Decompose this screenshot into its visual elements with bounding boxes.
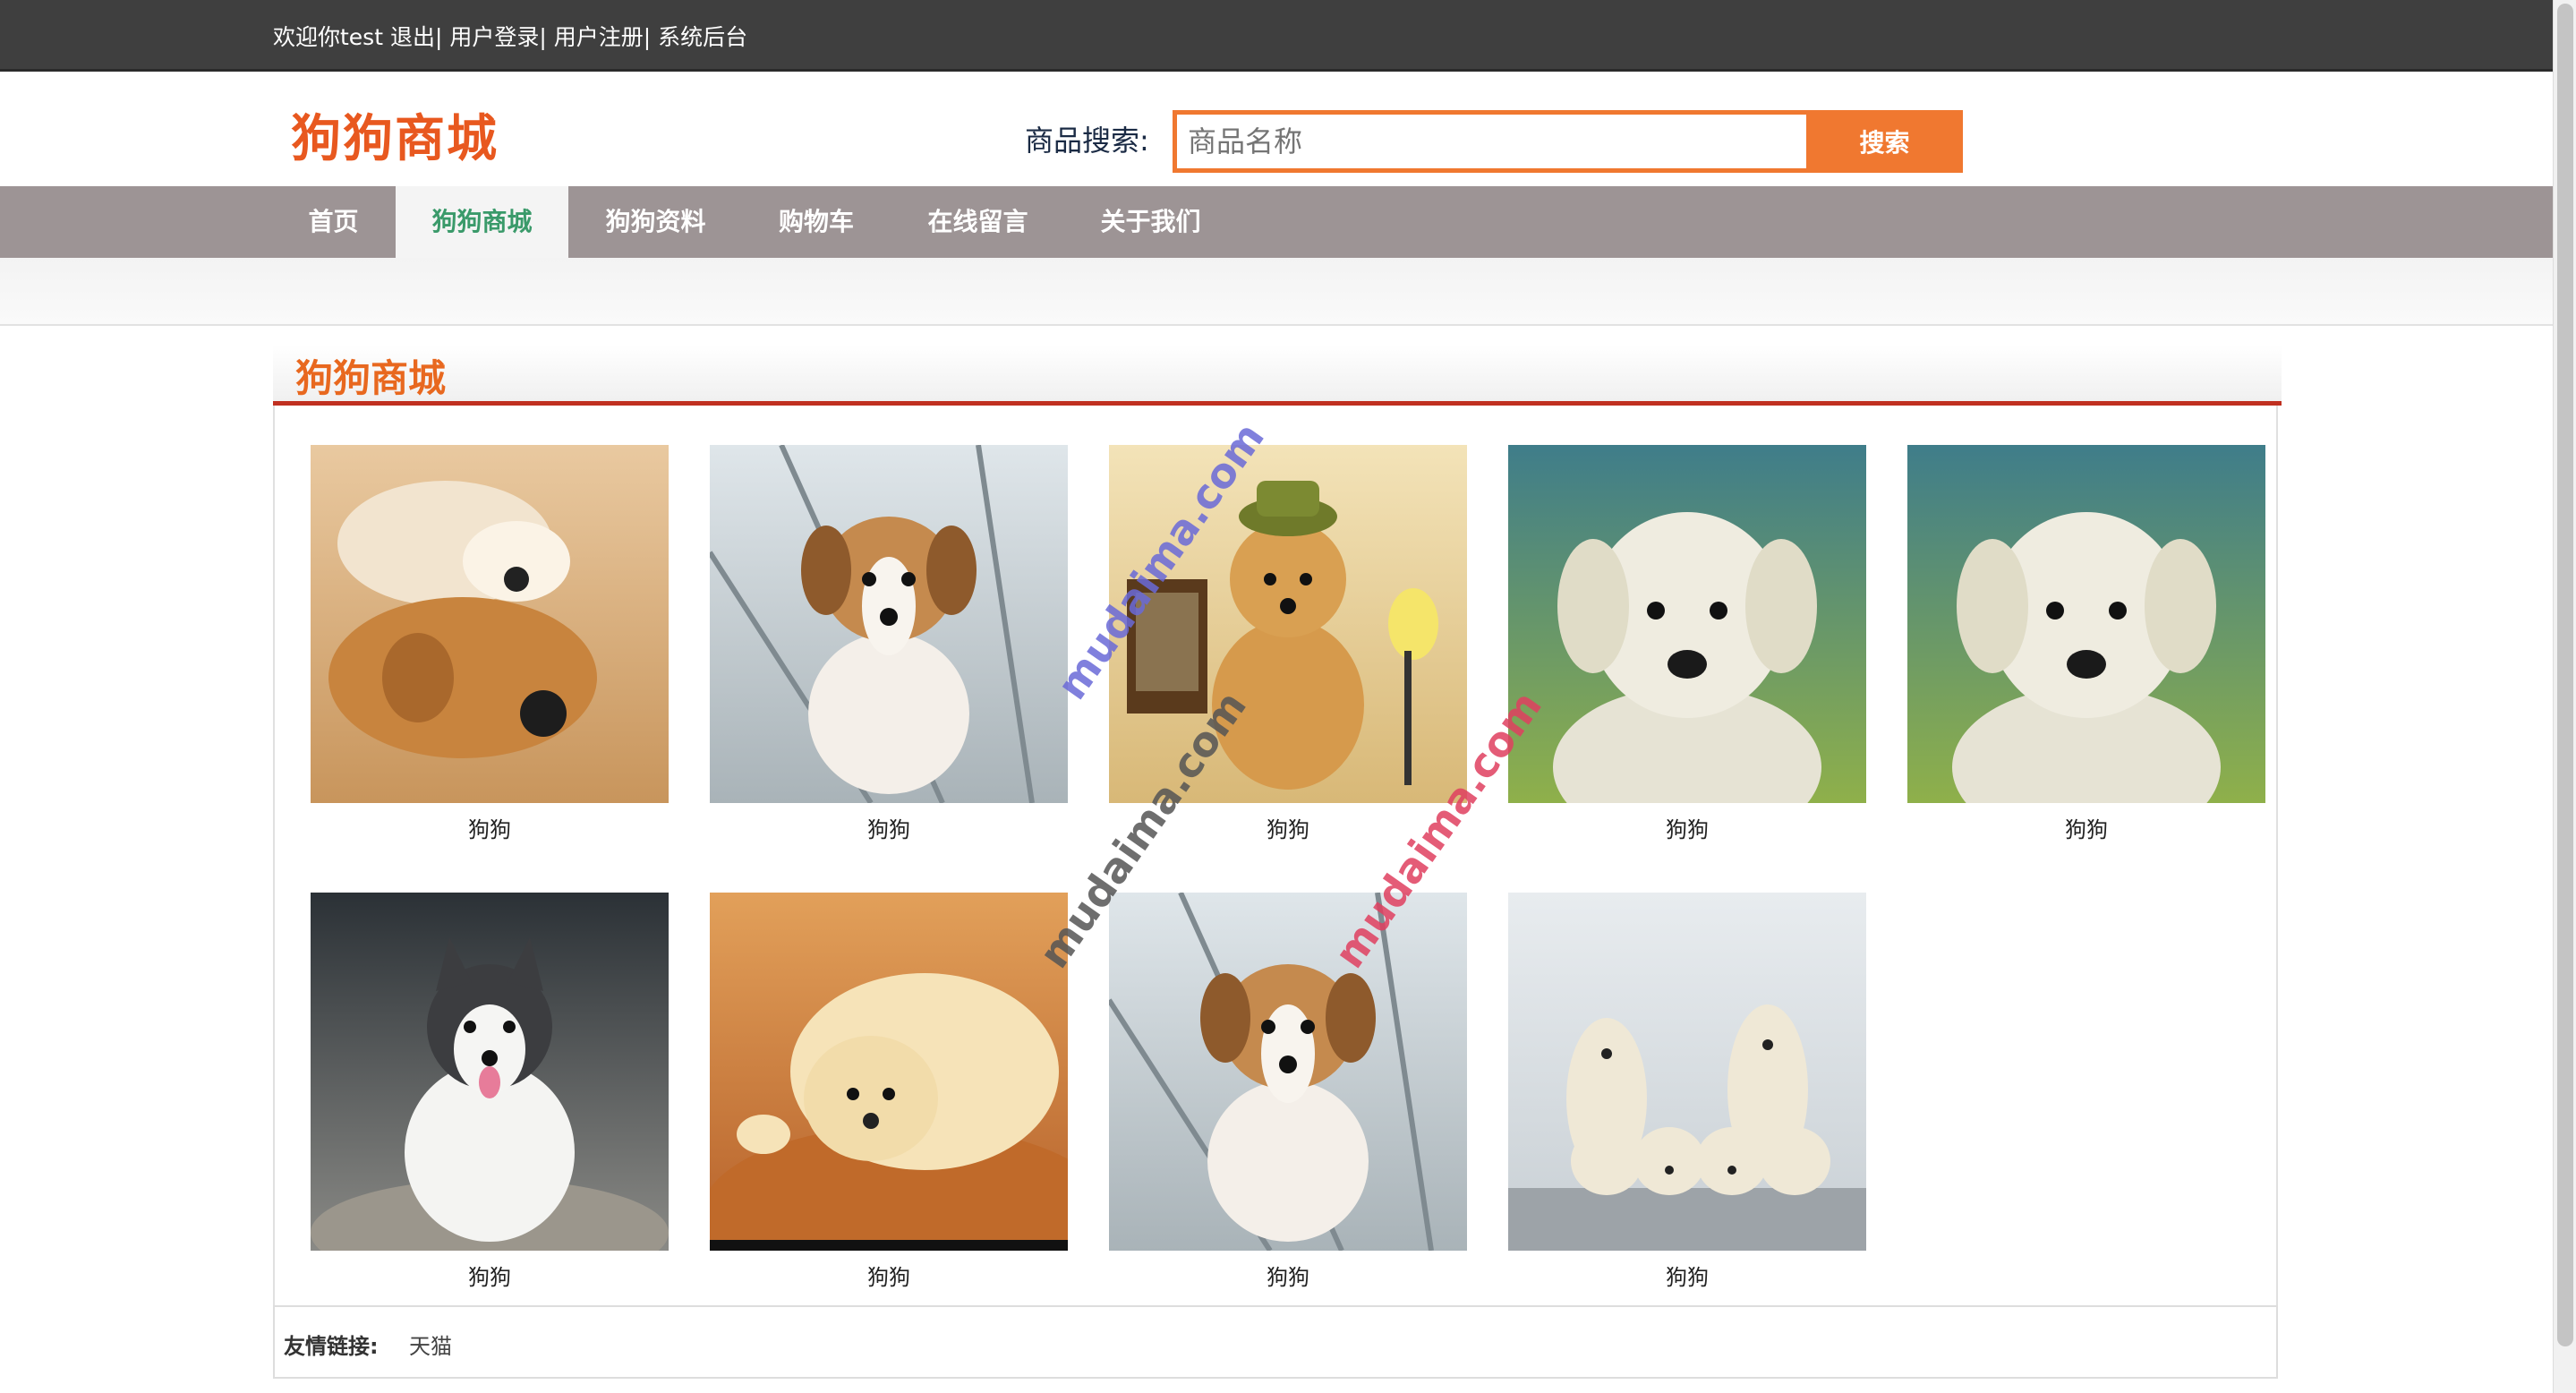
nav-item-about[interactable]: 关于我们 <box>1086 186 1215 258</box>
product-image[interactable] <box>1907 445 2265 803</box>
sub-bar <box>0 258 2576 326</box>
nav-item-home[interactable]: 首页 <box>291 186 376 258</box>
top-links: 欢迎你test 退出| 用户登录| 用户注册| 系统后台 <box>273 20 747 52</box>
top-bar: 欢迎你test 退出| 用户登录| 用户注册| 系统后台 <box>0 0 2576 72</box>
friend-link[interactable]: 天猫 <box>409 1329 452 1360</box>
product-image[interactable] <box>311 445 669 803</box>
logout-link[interactable]: 退出 <box>390 24 435 50</box>
product-name[interactable]: 狗狗 <box>1109 1260 1467 1291</box>
product-card[interactable]: 狗狗 <box>311 445 669 843</box>
product-image[interactable] <box>1109 445 1467 803</box>
nav-item-messages[interactable]: 在线留言 <box>913 186 1043 258</box>
welcome-text: 欢迎你test <box>273 24 384 50</box>
nav-item-shop[interactable]: 狗狗商城 <box>396 186 568 258</box>
separator: | <box>434 24 450 50</box>
product-card[interactable]: 狗狗 <box>1907 445 2265 843</box>
product-name[interactable]: 狗狗 <box>710 1260 1068 1291</box>
product-image[interactable] <box>1508 893 1866 1251</box>
search-input[interactable] <box>1173 110 1808 173</box>
product-name[interactable]: 狗狗 <box>311 812 669 843</box>
product-name[interactable]: 狗狗 <box>1508 1260 1866 1291</box>
header: 狗狗商城 商品搜索: 搜索 <box>0 72 2576 186</box>
product-image[interactable] <box>710 445 1068 803</box>
main-nav: 首页 狗狗商城 狗狗资料 购物车 在线留言 关于我们 <box>0 186 2576 258</box>
admin-link[interactable]: 系统后台 <box>658 24 747 50</box>
product-image[interactable] <box>710 893 1068 1251</box>
register-link[interactable]: 用户注册 <box>554 24 644 50</box>
product-name[interactable]: 狗狗 <box>1508 812 1866 843</box>
product-image[interactable] <box>311 893 669 1251</box>
product-name[interactable]: 狗狗 <box>1907 812 2265 843</box>
product-card[interactable]: 狗狗 <box>710 893 1068 1291</box>
scroll-thumb[interactable] <box>2557 4 2573 1346</box>
footer-links: 友情链接: 天猫 <box>273 1305 2278 1379</box>
login-link[interactable]: 用户登录 <box>449 24 539 50</box>
product-card[interactable]: 狗狗 <box>710 445 1068 843</box>
product-image[interactable] <box>1109 893 1467 1251</box>
product-card[interactable]: 狗狗 <box>1508 893 1866 1291</box>
nav-item-dog-info[interactable]: 狗狗资料 <box>591 186 721 258</box>
section-header: 狗狗商城 <box>273 345 2282 406</box>
search-label: 商品搜索: <box>1025 124 1149 158</box>
section-title: 狗狗商城 <box>295 356 447 400</box>
product-card[interactable]: 狗狗 <box>311 893 669 1291</box>
nav-item-cart[interactable]: 购物车 <box>763 186 870 258</box>
scrollbar[interactable] <box>2553 0 2576 1393</box>
friend-links-label: 友情链接: <box>284 1334 379 1359</box>
site-logo[interactable]: 狗狗商城 <box>291 98 499 171</box>
product-name[interactable]: 狗狗 <box>311 1260 669 1291</box>
separator: | <box>643 24 659 50</box>
separator: | <box>539 24 554 50</box>
product-image[interactable] <box>1508 445 1866 803</box>
product-card[interactable]: 狗狗 <box>1508 445 1866 843</box>
search-button[interactable]: 搜索 <box>1806 110 1963 173</box>
product-name[interactable]: 狗狗 <box>710 812 1068 843</box>
product-card[interactable]: 狗狗 <box>1109 893 1467 1291</box>
